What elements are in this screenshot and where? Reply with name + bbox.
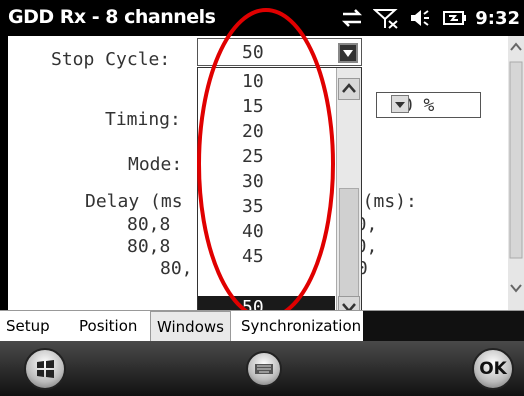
delay-row-3: 80, [160, 258, 193, 279]
bottom-bar: OK [0, 341, 524, 396]
battery-charging-icon[interactable] [441, 7, 467, 29]
keyboard-button[interactable] [246, 351, 282, 387]
tab-setup[interactable]: Setup [0, 311, 56, 341]
scrollbar-graphic [509, 42, 523, 293]
scroll-up-button[interactable] [338, 78, 360, 100]
tab-bar: Setup Position Windows Synchronization [0, 310, 524, 341]
ok-label: OK [479, 359, 507, 379]
tab-windows[interactable]: Windows [150, 311, 231, 341]
dropdown-option[interactable]: 20 [242, 121, 264, 145]
dropdown-option[interactable]: 30 [242, 171, 264, 195]
tab-bar-empty-area [363, 311, 524, 341]
dropdown-option[interactable]: 40 [242, 221, 264, 245]
dropdown-option[interactable]: 45 [242, 246, 264, 270]
status-icons: 9:32 [339, 5, 520, 31]
tab-position[interactable]: Position [73, 311, 143, 341]
dropdown-option[interactable]: 10 [242, 71, 264, 95]
scroll-thumb[interactable] [339, 188, 359, 310]
timing-label: Timing: [105, 109, 181, 130]
dropdown-option[interactable]: 35 [242, 196, 264, 220]
chevron-up-icon [342, 83, 356, 93]
stop-cycle-label: Stop Cycle: [51, 49, 171, 70]
no-signal-icon[interactable] [372, 7, 399, 29]
mode-label: Mode: [128, 154, 183, 175]
dropdown-option[interactable]: 25 [242, 146, 264, 170]
sync-arrows-icon[interactable] [339, 7, 365, 29]
volume-icon[interactable] [407, 7, 433, 29]
dropdown-scrollbar[interactable] [336, 68, 361, 320]
stop-cycle-dropdown-list[interactable]: 10 15 20 25 30 35 40 45 50 [197, 67, 362, 321]
title-bar: GDD Rx - 8 channels 9:32 [0, 0, 524, 36]
timing-select[interactable]: 50 % [376, 92, 481, 118]
delay-row-2: 80,8 [127, 236, 171, 257]
stop-cycle-select[interactable]: 50 [197, 38, 362, 66]
app-title: GDD Rx - 8 channels [8, 6, 216, 28]
settings-form: Stop Cycle: 50 Timing: 50 % Mode: Delay … [8, 36, 516, 337]
chevron-down-icon[interactable] [338, 43, 358, 63]
keyboard-icon [255, 364, 273, 374]
delay-row-1: 80,8 [127, 214, 171, 235]
chevron-down-icon[interactable] [391, 95, 409, 113]
main-scrollbar[interactable] [508, 36, 524, 337]
dropdown-option[interactable]: 15 [242, 96, 264, 120]
clock[interactable]: 9:32 [475, 8, 520, 29]
delay-label: Delay (ms [85, 191, 183, 212]
windows-logo-icon [37, 360, 54, 378]
ok-button[interactable]: OK [472, 348, 514, 390]
start-button[interactable] [24, 348, 66, 390]
tab-synchronization[interactable]: Synchronization [235, 311, 367, 341]
stop-cycle-value: 50 [242, 42, 264, 63]
